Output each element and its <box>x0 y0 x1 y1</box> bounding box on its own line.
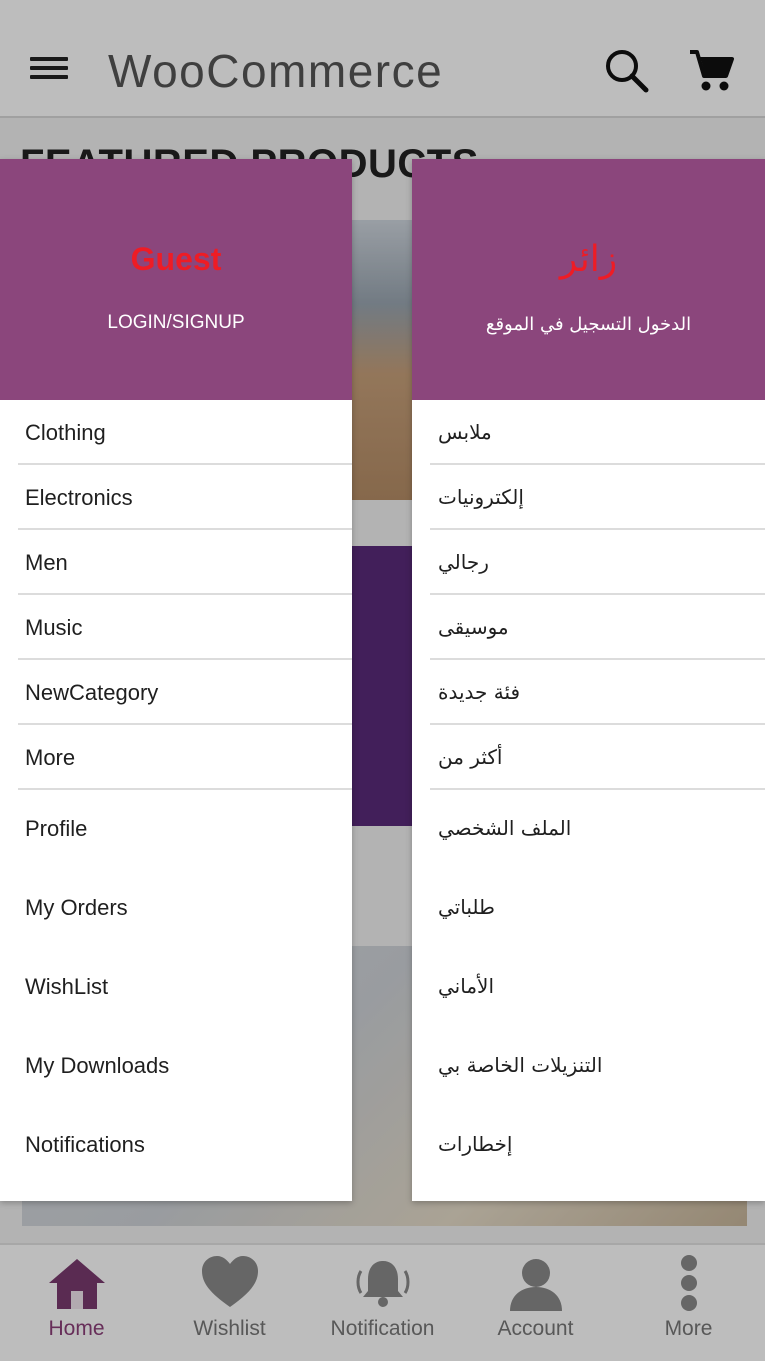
drawer-item-label: My Downloads <box>25 1053 170 1078</box>
drawer-header: زائر الدخول التسجيل في الموقع <box>412 159 765 400</box>
drawer-item-label: Clothing <box>25 420 106 445</box>
drawer-item-men[interactable]: Men <box>18 530 352 595</box>
drawer-item-electronics[interactable]: إلكترونيات <box>430 465 765 530</box>
drawer-item-wishlist[interactable]: WishList <box>0 948 352 1027</box>
drawer-item-label: Profile <box>25 816 88 841</box>
drawer-item-label: Notifications <box>25 1132 145 1157</box>
drawer-item-wishlist[interactable]: الأماني <box>412 948 765 1027</box>
drawer-item-men[interactable]: رجالي <box>430 530 765 595</box>
drawer-item-newcategory[interactable]: فئة جديدة <box>430 660 765 725</box>
drawer-item-my-orders[interactable]: طلباتي <box>412 869 765 948</box>
drawer-item-label: إخطارات <box>438 1132 513 1156</box>
drawer-menu: ملابس إلكترونيات رجالي موسيقى فئة جديدة … <box>412 400 765 1185</box>
drawer-menu: Clothing Electronics Men Music NewCatego… <box>0 400 352 1185</box>
drawer-item-more[interactable]: أكثر من <box>430 725 765 790</box>
drawer-item-label: ملابس <box>438 420 492 444</box>
drawer-item-electronics[interactable]: Electronics <box>18 465 352 530</box>
drawer-item-label: NewCategory <box>25 680 159 705</box>
drawer-item-notifications[interactable]: إخطارات <box>412 1106 765 1185</box>
login-signup-link[interactable]: الدخول التسجيل في الموقع <box>412 314 765 335</box>
navigation-drawer-arabic: زائر الدخول التسجيل في الموقع ملابس إلكت… <box>412 159 765 1201</box>
drawer-item-label: أكثر من <box>438 745 503 769</box>
navigation-drawer-english: Guest LOGIN/SIGNUP Clothing Electronics … <box>0 159 352 1201</box>
drawer-item-more[interactable]: More <box>18 725 352 790</box>
drawer-item-label: More <box>25 745 76 770</box>
drawer-item-music[interactable]: موسيقى <box>430 595 765 660</box>
drawer-item-profile[interactable]: الملف الشخصي <box>412 790 765 869</box>
user-name: Guest <box>130 241 222 277</box>
drawer-item-label: الملف الشخصي <box>438 816 572 840</box>
user-name: زائر <box>559 239 618 280</box>
drawer-item-my-downloads[interactable]: My Downloads <box>0 1027 352 1106</box>
drawer-item-label: رجالي <box>438 550 489 574</box>
drawer-item-label: Men <box>25 550 68 575</box>
drawer-item-clothing[interactable]: Clothing <box>18 400 352 465</box>
drawer-item-clothing[interactable]: ملابس <box>430 400 765 465</box>
drawer-item-label: My Orders <box>25 895 128 920</box>
drawer-header: Guest LOGIN/SIGNUP <box>0 159 352 400</box>
drawer-item-profile[interactable]: Profile <box>0 790 352 869</box>
drawer-item-label: إلكترونيات <box>438 485 524 509</box>
drawer-item-label: WishList <box>25 974 109 999</box>
drawer-item-label: طلباتي <box>438 895 495 919</box>
drawer-item-newcategory[interactable]: NewCategory <box>18 660 352 725</box>
drawer-item-music[interactable]: Music <box>18 595 352 660</box>
drawer-item-my-downloads[interactable]: التنزيلات الخاصة بي <box>412 1027 765 1106</box>
drawer-item-my-orders[interactable]: My Orders <box>0 869 352 948</box>
drawer-item-notifications[interactable]: Notifications <box>0 1106 352 1185</box>
drawer-item-label: Music <box>25 615 83 640</box>
drawer-item-label: الأماني <box>438 974 495 998</box>
drawer-item-label: التنزيلات الخاصة بي <box>438 1053 603 1077</box>
drawer-item-label: موسيقى <box>438 615 509 639</box>
drawer-item-label: Electronics <box>25 485 133 510</box>
login-signup-link[interactable]: LOGIN/SIGNUP <box>0 312 352 334</box>
drawer-item-label: فئة جديدة <box>438 680 521 704</box>
